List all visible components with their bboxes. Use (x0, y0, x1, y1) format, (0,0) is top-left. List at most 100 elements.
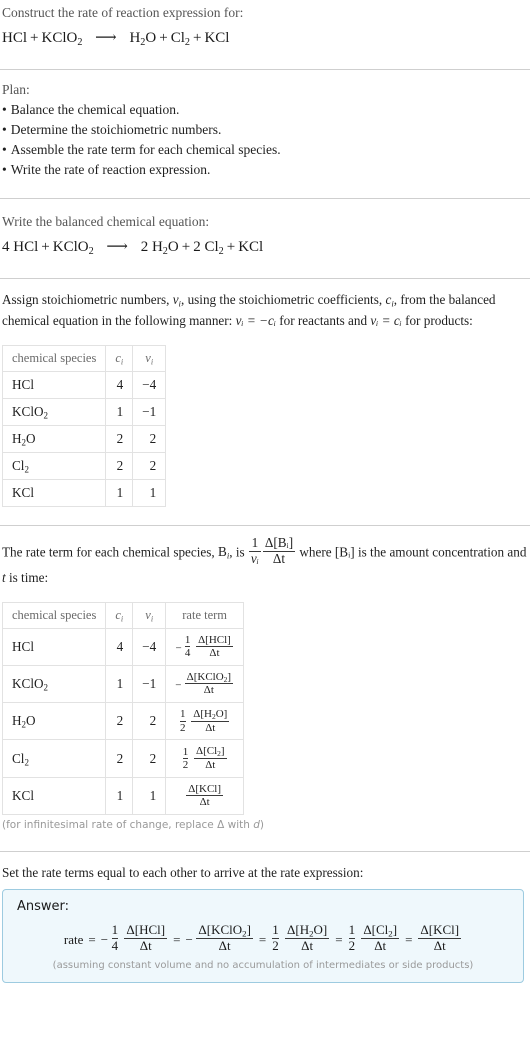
fraction-denominator: 2 (348, 937, 356, 953)
cell-rate-term: − Δ[KClO2] Δt (165, 664, 245, 704)
fraction-numerator: 1 (182, 745, 189, 758)
rate-term-intro-part-1: The rate term for each chemical species, (2, 544, 219, 560)
bullet-icon: • (2, 142, 7, 157)
fraction-numerator: Δ[Cl2] (196, 745, 225, 759)
coefficient-fraction: 12 (272, 923, 279, 953)
answer-section: Set the rate terms equal to each other t… (0, 852, 530, 983)
answer-box: Answer: rate = − 14 Δ[HCl] Δt = − Δ[KClO2] Δt =… (2, 888, 524, 983)
rate-term-table: chemical species ci νi rate term HCl 4 −4−… (1, 601, 245, 815)
stoich-intro-part-2: , using the stoichiometric coefficients, (180, 292, 386, 307)
cell-stoichiometric-number: 1 (132, 479, 167, 507)
cell-rate-term: − 14 Δ[HCl] Δt (165, 627, 245, 666)
rate-term-intro-part-4: is the amount concentration and (354, 544, 527, 560)
delta-fraction: Δ[KClO2] Δt (184, 670, 234, 697)
delta-fraction: Δ[HCl] Δt (196, 634, 233, 660)
cell-species: KClO2 (1, 398, 107, 426)
delta-fraction: Δ[H2O] Δt (191, 708, 230, 735)
cell-coefficient: 1 (105, 398, 134, 426)
cell-coefficient: 1 (105, 479, 134, 507)
fraction-numerator: Δ[H2O] (287, 921, 328, 939)
col-header-species: chemical species (1, 345, 107, 372)
cell-rate-term: Δ[KCl] Δt (165, 776, 245, 815)
equals-sign: = (173, 931, 181, 947)
cell-stoichiometric-number: −1 (132, 664, 167, 704)
plan-step-label: Balance the chemical equation. (10, 102, 180, 117)
fraction-numerator: Δ[KCl] (420, 921, 460, 937)
cell-coefficient: 1 (105, 776, 134, 815)
plus-sign: + (159, 30, 168, 46)
cell-coefficient: 2 (105, 739, 134, 778)
delta-fraction: Δ[H2O] Δt (285, 921, 330, 954)
fraction-denominator: Δt (191, 720, 230, 735)
equals-sign: = (88, 931, 96, 947)
table-row: KCl 1 1 Δ[KCl] Δt (1, 776, 245, 815)
cell-stoichiometric-number: 2 (132, 702, 167, 741)
equals-sign: = (258, 931, 267, 947)
fraction-denominator: 2 (182, 758, 189, 772)
fraction-numerator: Δ[KClO2] (186, 670, 232, 684)
cell-species: Cl2 (1, 739, 107, 778)
fraction-numerator: 1 (251, 535, 259, 550)
stoich-intro-part-5: for products: (401, 313, 473, 328)
fraction-numerator: 1 (184, 633, 191, 646)
rate-of-reaction-page: Construct the rate of reaction expressio… (0, 0, 530, 993)
delta-fraction: Δ[HCl] Δt (124, 921, 168, 954)
species-term: Cl2 (170, 30, 190, 48)
fraction-numerator: Δ[Bᵢ] (264, 535, 294, 550)
cell-stoichiometric-number: 2 (132, 452, 167, 480)
bullet-icon: • (2, 102, 7, 117)
fraction-numerator: Δ[HCl] (126, 921, 166, 937)
sign: − (175, 679, 184, 692)
fraction-denominator: Δt (361, 937, 400, 954)
balanced-equation-section: Write the balanced chemical equation: 4 … (0, 199, 530, 260)
coefficient-fraction: 12 (180, 708, 186, 734)
cell-coefficient: 2 (105, 702, 134, 741)
species-term: KClO2 (41, 30, 83, 48)
prompt-section: Construct the rate of reaction expressio… (0, 0, 530, 51)
plan-step: • Assemble the rate term for each chemica… (2, 140, 528, 160)
plan-step-label: Write the rate of reaction expression. (10, 162, 211, 177)
bullet-icon: • (2, 122, 7, 137)
plan-section: Plan: • Balance the chemical equation. • De… (0, 70, 530, 180)
one-over-nu-fraction: 1 νᵢ (248, 535, 261, 567)
table-body: HCl 4 −4− 14 Δ[HCl] Δt KClO2 1 −1− Δ[KClO2] Δt H… (1, 627, 245, 815)
rate-label: rate (63, 931, 84, 947)
cell-stoichiometric-number: 2 (132, 739, 167, 778)
table-header-row: chemical species ci νi (1, 345, 167, 372)
sign: − (175, 642, 184, 655)
coefficient-fraction: 14 (184, 633, 191, 660)
cell-coefficient: 4 (105, 627, 134, 666)
plus-sign: + (41, 239, 50, 255)
col-header-c: ci (105, 345, 134, 372)
cell-stoichiometric-number: 1 (132, 776, 167, 815)
table-header: chemical species ci νi rate term (1, 601, 245, 629)
stoich-intro-part-1: Assign stoichiometric numbers, (2, 292, 173, 307)
rate-term-item: Δ[KCl] Δt (417, 922, 462, 953)
stoich-intro: Assign stoichiometric numbers, νi, using… (2, 289, 528, 331)
plus-sign: + (30, 30, 39, 46)
table-row: HCl 4 −4− 14 Δ[HCl] Δt (1, 627, 245, 666)
coefficient-fraction: 12 (348, 923, 356, 953)
plan-step-label: Determine the stoichiometric numbers. (10, 122, 222, 137)
input-equation: HCl + KClO2 ⟶ H2O + Cl2 + KCl (2, 22, 528, 51)
coefficient-fraction: 14 (111, 923, 119, 953)
fraction-numerator: Δ[Cl2] (363, 921, 398, 939)
equals-sign: = (405, 931, 413, 947)
plan-title: Plan: (2, 82, 30, 97)
fraction-numerator: 1 (272, 922, 279, 938)
plan-step: • Balance the chemical equation. (2, 100, 528, 120)
species-term: 2 H2O (140, 239, 179, 257)
cell-species: KCl (1, 776, 107, 815)
cell-species: Cl2 (1, 452, 107, 480)
fraction-numerator: Δ[H2O] (193, 708, 228, 722)
plan-step: • Determine the stoichiometric numbers. (2, 120, 528, 140)
cell-rate-term: 12 Δ[H2O] Δt (165, 702, 245, 741)
species-term: H2O (129, 30, 157, 48)
table-row: KClO2 1 −1− Δ[KClO2] Δt (1, 664, 245, 704)
rate-term-section: The rate term for each chemical species,… (0, 526, 530, 833)
fraction-denominator: Δt (124, 937, 168, 954)
cell-coefficient: 2 (105, 452, 134, 480)
reactant-rule: νᵢ = −cᵢ (235, 313, 276, 328)
balanced-reactants: 4 HCl + KClO2 (2, 239, 94, 256)
rate-term-item: 12 Δ[Cl2] Δt (348, 922, 401, 953)
